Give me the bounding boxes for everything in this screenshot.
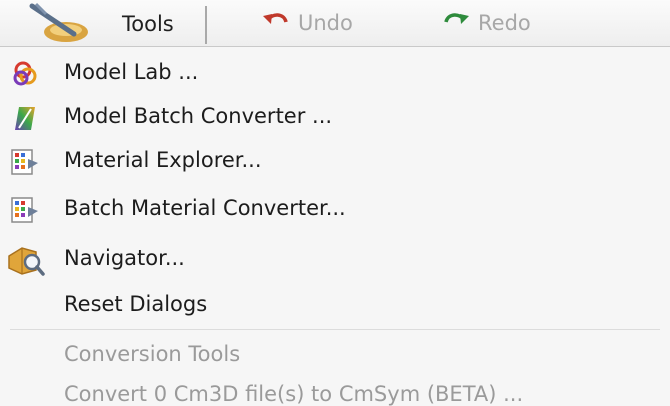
menu-item-reset-dialogs[interactable]: Reset Dialogs — [0, 283, 670, 327]
undo-label: Undo — [298, 11, 353, 35]
redo-arrow-icon — [442, 10, 470, 36]
navigator-icon — [6, 242, 46, 278]
menu-item-material-explorer[interactable]: Material Explorer... — [0, 139, 670, 183]
batch-material-icon — [10, 195, 40, 225]
menu-item-label: Batch Material Converter... — [64, 196, 346, 220]
tools-dropdown-menu: Model Lab ... Model Batch Converter ... … — [0, 47, 670, 406]
menu-item-label: Convert 0 Cm3D file(s) to CmSym (BETA) .… — [64, 382, 524, 406]
menu-item-label: Model Batch Converter ... — [64, 104, 333, 128]
menu-item-label: Reset Dialogs — [64, 292, 208, 316]
menu-item-label: Model Lab ... — [64, 60, 199, 84]
tools-label: Tools — [122, 12, 174, 36]
menu-item-label: Material Explorer... — [64, 148, 262, 172]
redo-label: Redo — [478, 11, 531, 35]
menu-item-navigator[interactable]: Navigator... — [0, 237, 670, 281]
menu-item-model-lab[interactable]: Model Lab ... — [0, 51, 670, 95]
redo-button[interactable]: Redo — [442, 0, 531, 46]
menu-item-model-batch-converter[interactable]: Model Batch Converter ... — [0, 95, 670, 139]
tools-menu-window: Tools Undo Redo Model Lab ... Model Batc… — [0, 0, 670, 406]
menu-separator — [10, 329, 660, 330]
undo-button[interactable]: Undo — [262, 0, 353, 46]
menu-item-convert-cm3d[interactable]: Convert 0 Cm3D file(s) to CmSym (BETA) .… — [0, 373, 670, 406]
section-header-conversion-tools: Conversion Tools — [0, 333, 670, 377]
menu-item-label: Navigator... — [64, 246, 185, 270]
toolbar: Tools Undo Redo — [0, 0, 670, 47]
section-label: Conversion Tools — [64, 342, 241, 366]
tools-wrench-icon — [22, 0, 102, 48]
batch-converter-icon — [10, 103, 40, 133]
model-lab-icon — [10, 59, 40, 89]
material-explorer-icon — [10, 147, 40, 177]
undo-arrow-icon — [262, 10, 290, 36]
tools-menu-button[interactable]: Tools — [0, 2, 207, 44]
menu-item-batch-material-converter[interactable]: Batch Material Converter... — [0, 187, 670, 231]
